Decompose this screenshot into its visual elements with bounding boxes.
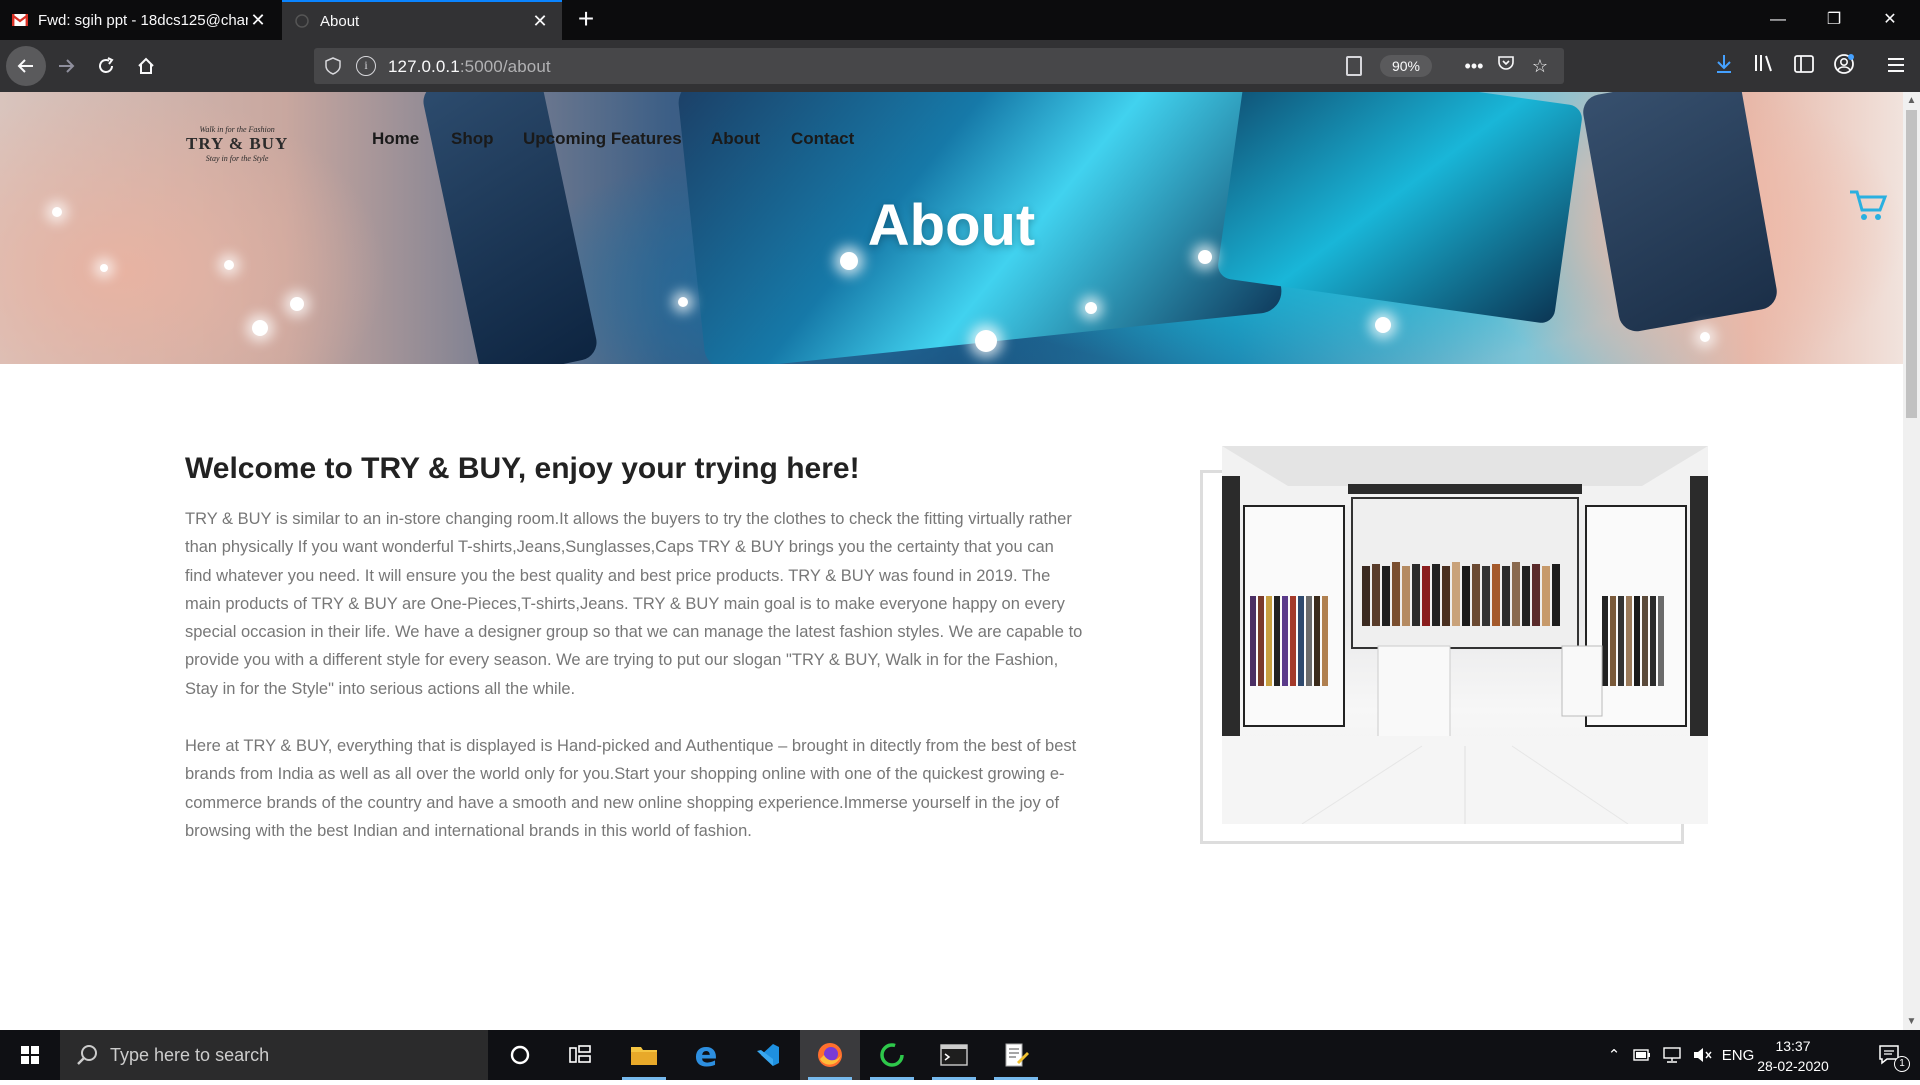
hero-title: About (867, 193, 1036, 258)
home-button[interactable] (128, 48, 164, 84)
tab-gmail[interactable]: Fwd: sgih ppt - 18dcs125@charusat.edu.in… (0, 0, 280, 40)
site-logo[interactable]: Walk in for the Fashion TRY & BUY Stay i… (186, 125, 288, 163)
sidebar-icon[interactable] (1790, 53, 1818, 81)
sparkle (1375, 317, 1391, 333)
logo-name: TRY & BUY (186, 134, 289, 153)
network-icon[interactable] (1658, 1030, 1686, 1080)
notifications-button[interactable]: 1 (1862, 1030, 1920, 1080)
navigation-toolbar: i 127.0.0.1:5000/about 90% ••• ☆ (0, 40, 1920, 92)
notification-count-badge: 1 (1894, 1056, 1910, 1072)
pocket-icon[interactable] (1494, 54, 1518, 78)
restore-button[interactable]: ❐ (1806, 0, 1862, 40)
sparkle (252, 320, 268, 336)
cart-icon[interactable] (1848, 188, 1888, 222)
reload-button[interactable] (88, 48, 124, 84)
more-actions-icon[interactable]: ••• (1462, 54, 1486, 78)
back-arrow-icon (17, 59, 33, 73)
menu-hamburger-icon[interactable] (1882, 53, 1910, 81)
close-window-button[interactable]: ✕ (1862, 0, 1918, 40)
taskbar-search[interactable]: Type here to search (60, 1030, 488, 1080)
page-icon (294, 13, 310, 29)
scroll-down-arrow-icon[interactable]: ▼ (1903, 1013, 1920, 1030)
cortana-icon[interactable] (490, 1030, 550, 1080)
scroll-up-arrow-icon[interactable]: ▲ (1903, 92, 1920, 109)
site-info-icon[interactable]: i (356, 56, 376, 76)
page-scrollbar[interactable]: ▲ ▼ (1903, 92, 1920, 1030)
nav-upcoming-features[interactable]: Upcoming Features (523, 129, 682, 149)
terminal-icon[interactable] (924, 1030, 984, 1080)
about-paragraph-2: Here at TRY & BUY, everything that is di… (185, 737, 1077, 840)
sparkle (224, 260, 234, 270)
vscode-icon[interactable] (738, 1030, 798, 1080)
nav-home[interactable]: Home (372, 129, 419, 149)
back-button[interactable] (6, 46, 46, 86)
notepad-icon[interactable] (986, 1030, 1046, 1080)
nav-contact[interactable]: Contact (791, 129, 854, 149)
app-spinner-icon[interactable] (862, 1030, 922, 1080)
hero-banner: Walk in for the Fashion TRY & BUY Stay i… (0, 92, 1903, 364)
sparkle (290, 297, 304, 311)
file-explorer-icon[interactable] (614, 1030, 674, 1080)
library-icon[interactable] (1750, 53, 1778, 81)
windows-taskbar: Type here to search e ⌃ ENG 13:37 28-02-… (0, 1030, 1920, 1080)
sparkle (1085, 302, 1097, 314)
clock-date: 28-02-2020 (1757, 1058, 1829, 1074)
downloads-icon[interactable] (1710, 53, 1738, 81)
about-paragraph-1: TRY & BUY is similar to an in-store chan… (185, 510, 1083, 698)
search-placeholder: Type here to search (110, 1045, 270, 1065)
sparkle (100, 264, 108, 272)
task-view-icon[interactable] (550, 1030, 610, 1080)
store-interior-photo (1222, 446, 1708, 824)
reload-icon (99, 57, 114, 73)
minimize-button[interactable]: — (1750, 0, 1806, 40)
clock-time: 13:37 (1775, 1038, 1811, 1054)
home-icon (138, 57, 154, 74)
url-text[interactable]: 127.0.0.1:5000/about (388, 57, 551, 77)
zoom-level[interactable]: 90% (1380, 55, 1432, 77)
sparkle (678, 297, 688, 307)
tab-title: Fwd: sgih ppt - 18dcs125@charusat.edu.in (38, 11, 248, 29)
firefox-icon[interactable] (800, 1030, 860, 1080)
url-host: 127.0.0.1 (388, 57, 460, 76)
show-hidden-icons-chevron-icon[interactable]: ⌃ (1600, 1030, 1628, 1080)
url-path: :5000/about (459, 57, 551, 76)
nav-shop[interactable]: Shop (451, 129, 494, 149)
address-bar[interactable]: i 127.0.0.1:5000/about 90% ••• ☆ (314, 48, 1564, 84)
logo-tagline-bottom: Stay in for the Style (205, 154, 269, 163)
scrollbar-thumb[interactable] (1906, 110, 1917, 418)
forward-arrow-icon (59, 59, 75, 73)
tracking-shield-icon (325, 57, 341, 75)
tab-about[interactable]: About ✕ (282, 0, 562, 40)
battery-icon[interactable] (1628, 1030, 1656, 1080)
reader-view-icon[interactable] (1346, 56, 1362, 76)
account-icon[interactable] (1830, 53, 1858, 81)
logo-tagline-top: Walk in for the Fashion (199, 125, 275, 134)
windows-logo-icon (21, 1046, 39, 1064)
taskbar-clock[interactable]: 13:37 28-02-2020 (1748, 1036, 1838, 1076)
gmail-icon (11, 12, 29, 28)
bookmark-star-icon[interactable]: ☆ (1528, 54, 1552, 78)
welcome-heading: Welcome to TRY & BUY, enjoy your trying … (185, 452, 860, 485)
new-tab-button[interactable]: + (570, 4, 602, 36)
volume-muted-icon[interactable] (1688, 1030, 1716, 1080)
edge-browser-icon[interactable]: e (676, 1030, 736, 1080)
close-tab-icon[interactable]: ✕ (248, 10, 268, 30)
store-interior-illustration (1222, 446, 1708, 824)
forward-button[interactable] (48, 48, 84, 84)
sparkle (1700, 332, 1710, 342)
start-button[interactable] (0, 1030, 60, 1080)
close-tab-icon[interactable]: ✕ (530, 11, 550, 31)
search-icon (77, 1045, 97, 1065)
web-page: Walk in for the Fashion TRY & BUY Stay i… (0, 92, 1903, 1030)
sparkle (975, 330, 997, 352)
nav-about[interactable]: About (711, 129, 760, 149)
tab-bar: Fwd: sgih ppt - 18dcs125@charusat.edu.in… (0, 0, 1920, 40)
tab-title: About (320, 12, 360, 30)
